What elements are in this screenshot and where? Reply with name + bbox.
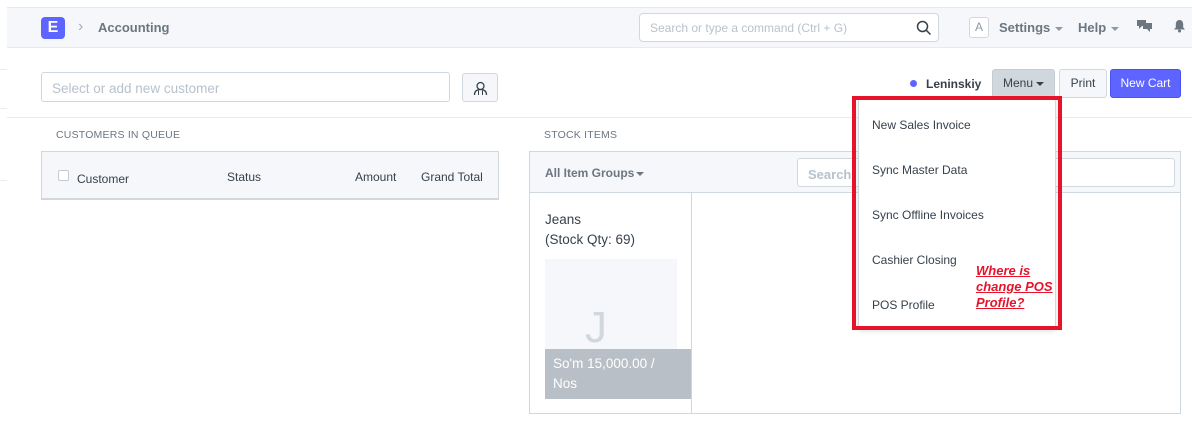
search-placeholder: Search or type a command (Ctrl + G)	[650, 21, 848, 35]
breadcrumb-accounting[interactable]: Accounting	[98, 20, 170, 35]
item-name: Jeans (Stock Qty: 69)	[545, 210, 635, 250]
menu-label: Menu	[1002, 76, 1034, 90]
online-status-dot	[910, 80, 917, 87]
app-logo[interactable]: E	[41, 17, 65, 39]
annotation-note: Where is change POS Profile?	[976, 263, 1053, 310]
print-button[interactable]: Print	[1059, 69, 1107, 98]
awesomebar-search[interactable]: Search or type a command (Ctrl + G)	[639, 13, 939, 42]
col-status[interactable]: Status	[227, 170, 261, 184]
item-placeholder-letter: J	[585, 303, 607, 352]
new-cart-button[interactable]: New Cart	[1110, 69, 1181, 98]
sidebar-edge	[0, 69, 7, 109]
customer-input[interactable]: Select or add new customer	[41, 72, 450, 102]
item-group-select[interactable]: All Item Groups	[545, 166, 645, 180]
item-price: So'm 15,000.00 /	[553, 356, 655, 371]
queue-table-header: Customer Status Amount Grand Total	[41, 151, 499, 200]
chevron-right-icon: ›	[78, 18, 84, 35]
col-grand-total[interactable]: Grand Total	[421, 170, 483, 184]
settings-dropdown[interactable]: Settings	[999, 20, 1064, 35]
menu-button[interactable]: Menu	[992, 69, 1055, 98]
sidebar-edge-divider	[0, 180, 7, 181]
user-avatar[interactable]: A	[969, 17, 989, 38]
select-all-checkbox[interactable]	[58, 170, 69, 181]
settings-label: Settings	[999, 20, 1051, 35]
customers-queue-title: CUSTOMERS IN QUEUE	[56, 129, 181, 141]
store-name: Leninskiy	[926, 77, 982, 91]
caret-down-icon	[1055, 26, 1064, 31]
caret-down-icon	[1036, 81, 1045, 86]
item-stock-qty: (Stock Qty: 69)	[545, 232, 636, 247]
item-search-placeholder: Search	[808, 167, 852, 182]
search-icon[interactable]	[916, 20, 932, 36]
item-uom: Nos	[553, 376, 578, 391]
customer-placeholder: Select or add new customer	[52, 81, 220, 96]
caret-down-icon	[636, 171, 645, 176]
stock-items-title: STOCK ITEMS	[544, 129, 618, 141]
bell-icon[interactable]	[1173, 19, 1186, 33]
help-dropdown[interactable]: Help	[1078, 20, 1120, 35]
item-price-tag: So'm 15,000.00 / Nos	[545, 349, 691, 399]
col-amount[interactable]: Amount	[355, 170, 396, 184]
item-title: Jeans	[545, 212, 582, 227]
item-group-label: All Item Groups	[545, 166, 635, 180]
col-customer[interactable]: Customer	[77, 172, 129, 186]
customer-details-button[interactable]	[462, 73, 498, 102]
chat-icon[interactable]	[1137, 19, 1153, 33]
item-card[interactable]: Jeans (Stock Qty: 69) J So'm 15,000.00 /…	[530, 193, 692, 413]
caret-down-icon	[1111, 26, 1120, 31]
help-label: Help	[1078, 20, 1107, 35]
user-icon	[473, 81, 488, 96]
